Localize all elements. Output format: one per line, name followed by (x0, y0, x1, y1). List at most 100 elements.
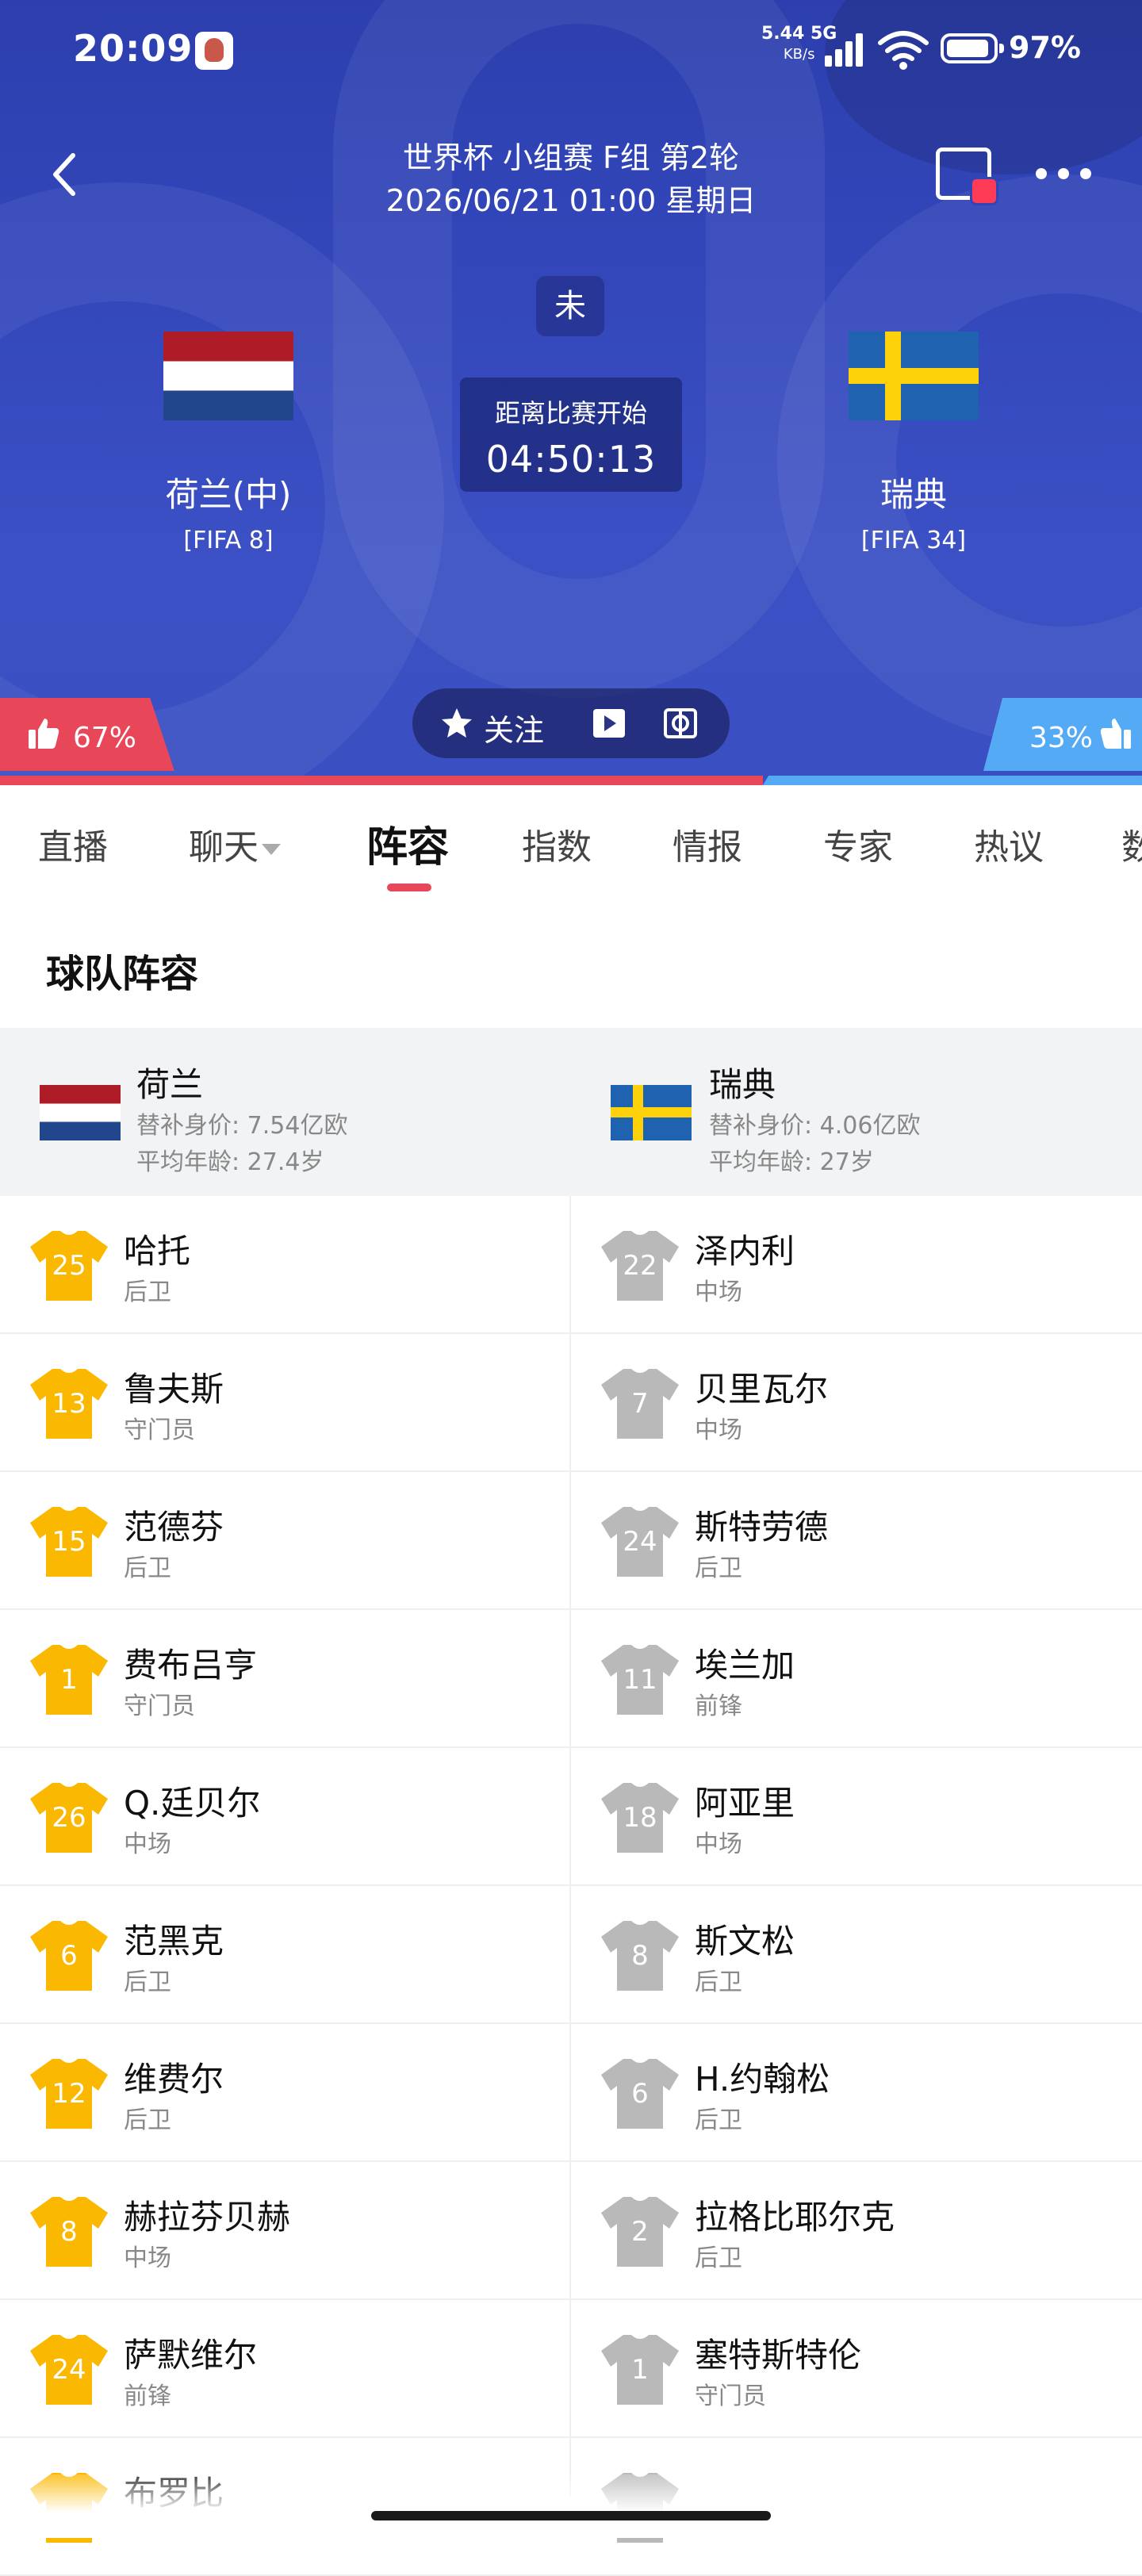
follow-button[interactable]: 关注 (484, 706, 544, 749)
away-vote-button[interactable]: 33% (983, 698, 1142, 771)
tab-live[interactable]: 直播 (38, 818, 108, 869)
thumbs-up-icon (29, 719, 59, 749)
away-player-cell[interactable]: 11 埃兰加 前锋 (571, 1610, 1140, 1746)
lineup-row: 15 范德芬 后卫 24 斯特劳德 后卫 (0, 1472, 1142, 1610)
jersey-number: 24 (52, 2354, 86, 2386)
home-player-cell[interactable]: 6 范黑克后卫 (0, 1886, 569, 2022)
lineup-row: 26 Q.廷贝尔 中场 18 阿亚里中场 (0, 1748, 1142, 1886)
player-name: H.约翰松 (695, 2060, 830, 2099)
away-sub-value: 替补身价: 4.06亿欧 (709, 1112, 921, 1140)
away-player-cell[interactable]: 7 贝里瓦尔 中场 (571, 1334, 1140, 1470)
player-name: 范黑克 (124, 1922, 224, 1961)
jersey-number: 2 (631, 2216, 649, 2248)
away-player-cell[interactable]: 6 H.约翰松 后卫 (571, 2024, 1140, 2160)
jersey-number: 25 (52, 1250, 86, 1282)
jersey-number: 6 (60, 1940, 78, 1972)
jersey-number: 15 (52, 1526, 86, 1558)
countdown-value: 04:50:13 (485, 438, 657, 481)
player-name: 塞特斯特伦 (695, 2336, 862, 2375)
tab-expert[interactable]: 专家 (823, 818, 893, 869)
jersey-icon: 2 (600, 2194, 680, 2268)
sweden-flag-icon (611, 1085, 692, 1140)
away-player-cell[interactable]: 8 斯文松 后卫 (571, 1886, 1140, 2022)
home-player-cell[interactable]: 15 范德芬 后卫 (0, 1472, 569, 1608)
home-player-cell[interactable]: 13 鲁夫斯 守门员 (0, 1334, 569, 1470)
home-player-cell[interactable]: 24 萨默维尔 前锋 (0, 2300, 569, 2436)
more-menu-icon[interactable] (1036, 168, 1091, 184)
tab-odds[interactable]: 指数 (522, 818, 592, 869)
home-team-rank: [FIFA 8] (183, 527, 274, 554)
jersey-icon: 8 (29, 2194, 109, 2268)
home-indicator[interactable] (371, 2511, 771, 2520)
countdown-box: 距离比赛开始 04:50:13 (460, 378, 682, 492)
player-name: 斯特劳德 (695, 1508, 829, 1547)
player-position: 前锋 (124, 2382, 171, 2410)
match-status-badge: 未 (536, 276, 604, 336)
home-player-cell[interactable]: 26 Q.廷贝尔 中场 (0, 1748, 569, 1884)
tab-chat[interactable]: 聊天 (189, 818, 281, 869)
home-player-cell[interactable]: 12 维费尔 后卫 (0, 2024, 569, 2160)
tab-discussion[interactable]: 热议 (974, 818, 1044, 869)
jersey-icon: 25 (29, 1228, 109, 1302)
jersey-number: 8 (631, 1940, 649, 1972)
jersey-icon: 8 (600, 1918, 680, 1992)
jersey-number: 1 (60, 1664, 78, 1696)
notification-avatar-icon (195, 32, 233, 70)
player-name: 范德芬 (124, 1508, 224, 1547)
player-name: 泽内利 (695, 1232, 795, 1271)
player-position: 前锋 (695, 1692, 742, 1720)
jersey-icon: 1 (29, 1642, 109, 1716)
player-position: 中场 (124, 1830, 171, 1858)
player-name: 鲁夫斯 (124, 1370, 224, 1409)
away-player-cell[interactable]: 24 斯特劳德 后卫 (571, 1472, 1140, 1608)
away-team-name[interactable]: 瑞典 (779, 468, 1048, 516)
tab-bar: 直播 聊天 阵容 指数 情报 专家 热议 数 (0, 785, 1142, 896)
jersey-number: 1 (631, 2354, 649, 2386)
jersey-icon: 24 (600, 1504, 680, 1578)
home-sub-value: 替补身价: 7.54亿欧 (136, 1112, 348, 1140)
jersey-icon: 15 (29, 1504, 109, 1578)
battery-percent: 97% (1009, 30, 1081, 65)
player-position: 守门员 (124, 1692, 195, 1720)
home-player-cell[interactable]: 8 赫拉芬贝赫 中场 (0, 2162, 569, 2298)
jersey-number: 7 (631, 1388, 649, 1420)
jersey-number: 6 (631, 2078, 649, 2110)
player-name: 阿亚里 (695, 1784, 795, 1823)
jersey-icon: 18 (600, 1780, 680, 1854)
home-player-cell[interactable]: 25 哈托 后卫 (0, 1196, 569, 1332)
star-icon[interactable] (439, 706, 474, 741)
player-name: 埃兰加 (695, 1646, 795, 1685)
away-team-rank: [FIFA 34] (860, 527, 967, 554)
player-position: 后卫 (124, 1968, 171, 1996)
away-player-cell[interactable]: 22 泽内利 中场 (571, 1196, 1140, 1332)
home-avg-age: 平均年龄: 27.4岁 (136, 1148, 324, 1176)
away-player-cell[interactable]: 2 拉格比耶尔克 后卫 (571, 2162, 1140, 2298)
player-position: 后卫 (124, 1278, 171, 1306)
status-bar: 20:09 5.44 5G KB/s 97% (0, 0, 1142, 103)
action-bar: 关注 (412, 688, 730, 758)
tab-chat-label: 聊天 (189, 827, 259, 868)
away-lineup-name: 瑞典 (709, 1065, 776, 1104)
netherlands-flag-icon (40, 1085, 121, 1140)
split-view-icon[interactable] (663, 707, 698, 739)
tab-data[interactable]: 数 (1121, 818, 1142, 869)
player-position: 中场 (124, 2244, 171, 2272)
jersey-number: 18 (623, 1802, 657, 1834)
tab-intel[interactable]: 情报 (673, 818, 742, 869)
home-player-cell[interactable]: 1 费布吕亨 守门员 (0, 1610, 569, 1746)
netherlands-flag-icon (163, 332, 293, 420)
away-player-cell[interactable]: 18 阿亚里 中场 (571, 1748, 1140, 1884)
jersey-number: 24 (623, 1526, 657, 1558)
lineup-row: 8 赫拉芬贝赫 中场 2 拉格比耶尔克 后卫 (0, 2162, 1142, 2300)
home-vote-button[interactable]: 67% (0, 698, 174, 771)
jersey-number: 22 (623, 1250, 657, 1282)
away-player-cell[interactable]: 1 塞特斯特伦 守门员 (571, 2300, 1140, 2436)
jersey-icon: 26 (29, 1780, 109, 1854)
picture-in-picture-icon[interactable] (936, 148, 998, 205)
video-play-icon[interactable] (592, 707, 627, 739)
home-vote-percent: 67% (73, 722, 137, 754)
home-team-name[interactable]: 荷兰(中) (94, 468, 363, 516)
vote-progress-home (0, 776, 763, 785)
tab-lineup[interactable]: 阵容 (366, 814, 449, 873)
countdown-label: 距离比赛开始 (494, 398, 647, 428)
